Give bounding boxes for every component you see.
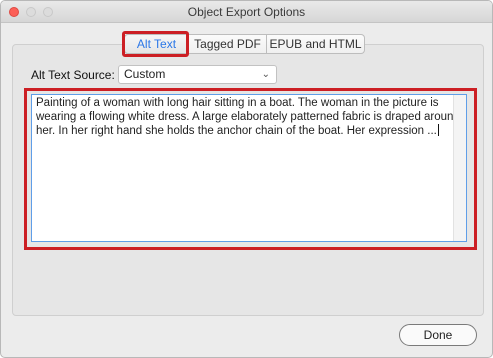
alt-text-source-value: Custom — [124, 67, 166, 81]
window-title: Object Export Options — [187, 5, 306, 19]
text-highlight-box — [24, 88, 477, 250]
tab-alt-text[interactable]: Alt Text — [124, 34, 189, 54]
tab-tagged-pdf[interactable]: Tagged PDF — [189, 34, 267, 54]
title-bar[interactable]: Object Export Options — [1, 1, 492, 23]
tab-epub-and-html[interactable]: EPUB and HTML — [267, 34, 365, 54]
tab-bar: Alt Text Tagged PDF EPUB and HTML — [124, 34, 365, 54]
chevron-down-icon: ⌄ — [261, 69, 270, 80]
alt-text-source-select[interactable]: Custom ⌄ — [118, 65, 277, 84]
alt-text-source-label: Alt Text Source: — [31, 68, 115, 82]
done-button[interactable]: Done — [399, 324, 477, 346]
object-export-options-window: Object Export Options Alt Text Tagged PD… — [0, 0, 493, 358]
